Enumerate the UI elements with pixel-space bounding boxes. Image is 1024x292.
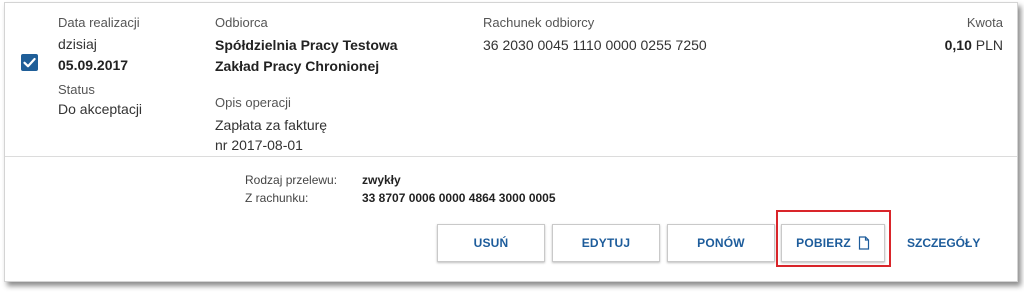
download-button[interactable]: POBIERZ <box>781 224 885 262</box>
date-label: Data realizacji <box>58 15 140 30</box>
section-divider <box>5 156 1017 157</box>
transfer-type-value: zwykły <box>362 173 401 187</box>
status-label: Status <box>58 82 95 97</box>
document-icon <box>858 236 869 250</box>
edit-button-label: EDYTUJ <box>581 236 631 250</box>
date-relative: dzisiaj <box>58 36 97 52</box>
description-line2: nr 2017-08-01 <box>215 137 303 153</box>
amount-label: Kwota <box>966 15 1003 30</box>
account-label: Rachunek odbiorcy <box>483 15 595 30</box>
source-account-value: 33 8707 0006 0000 4864 3000 0005 <box>362 191 556 205</box>
transfer-type-label: Rodzaj przelewu: <box>245 173 338 187</box>
delete-button-label: USUŃ <box>473 236 509 250</box>
date-value: 05.09.2017 <box>58 57 129 73</box>
edit-button[interactable]: EDYTUJ <box>552 224 660 262</box>
description-label: Opis operacji <box>215 95 291 110</box>
select-checkbox[interactable] <box>21 54 38 71</box>
recipient-name-line1: Spółdzielnia Pracy Testowa <box>215 37 398 53</box>
checkmark-icon <box>23 57 36 68</box>
delete-button[interactable]: USUŃ <box>437 224 545 262</box>
amount-currency: PLN <box>975 37 1003 53</box>
amount: 0,10 PLN <box>945 37 1003 53</box>
status-value: Do akceptacji <box>58 101 143 117</box>
recipient-label: Odbiorca <box>215 15 268 30</box>
source-account-label: Z rachunku: <box>245 191 309 205</box>
repeat-button-label: PONÓW <box>697 236 745 250</box>
download-button-label: POBIERZ <box>796 236 851 250</box>
account-number: 36 2030 0045 1110 0000 0255 7250 <box>483 37 707 53</box>
transfer-card: Data realizacji dzisiaj 05.09.2017 Statu… <box>4 2 1018 282</box>
recipient-name-line2: Zakład Pracy Chronionej <box>215 58 380 74</box>
description-line1: Zapłata za fakturę <box>215 117 328 133</box>
details-link[interactable]: SZCZEGÓŁY <box>907 236 980 250</box>
amount-value: 0,10 <box>944 37 972 53</box>
repeat-button[interactable]: PONÓW <box>667 224 775 262</box>
